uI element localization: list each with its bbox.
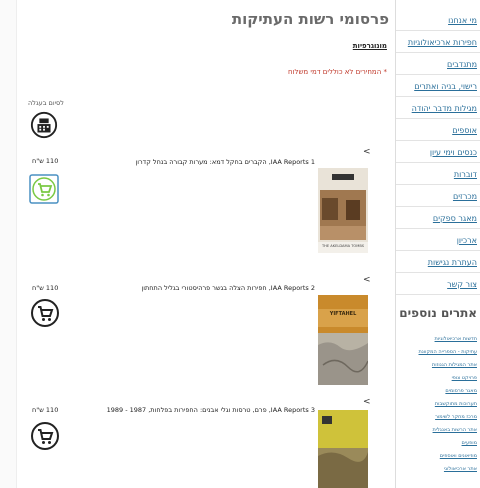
main-content: פרסומי רשות העתיקות מונוגרפיות * המחירים… — [18, 0, 393, 488]
site-link[interactable]: מאגר פרסומים — [445, 388, 477, 394]
sidebar-item-tenders[interactable]: מכרזים — [453, 192, 477, 201]
cover-title: YIFTAHEL — [329, 311, 357, 317]
site-link[interactable]: פרויקט צופי — [452, 375, 477, 381]
sidebar-divider — [396, 140, 480, 141]
more-sites-title: אתרים נוספים — [399, 306, 477, 320]
sidebar-item-suppliers[interactable]: מאגר ספקים — [433, 214, 477, 223]
book-cover[interactable]: YIFTAHEL — [318, 295, 368, 385]
shipping-note: * המחירים לא כוללים דמי משלוח — [287, 68, 387, 76]
page: פרסומי רשות העתיקות מונוגרפיות * המחירים… — [0, 0, 480, 488]
sidebar-item-conferences[interactable]: כנסים וימי עיון — [430, 148, 477, 157]
site-link[interactable]: אתר הרשות באנגלית — [433, 427, 477, 433]
site-link[interactable]: חדשות ארכיאולוגיות — [435, 336, 477, 342]
item-price: 110 ש"ח — [32, 157, 59, 165]
sidebar-divider — [396, 118, 480, 119]
cart-label: לסיום בעגלה — [28, 99, 64, 107]
sidebar: מי אנחנו חפירות ארכיאולוגיות מתנדבים ריש… — [395, 0, 480, 488]
site-link[interactable]: עתיקות - הספרייה המקוונת — [419, 349, 477, 355]
site-link[interactable]: מופעים — [462, 440, 477, 446]
sidebar-divider — [396, 272, 480, 273]
item-title[interactable]: IAA Reports 2, חפירות הצלה בגשר פרהיסטור… — [141, 284, 315, 292]
sidebar-divider — [396, 162, 480, 163]
item-arrow[interactable]: < — [363, 397, 371, 407]
sidebar-item-accessibility[interactable]: העתרת נגישות — [428, 258, 477, 267]
sidebar-divider — [396, 96, 480, 97]
sidebar-item-contact[interactable]: צור קשר — [447, 280, 477, 289]
sidebar-divider — [396, 74, 480, 75]
item-arrow[interactable]: < — [363, 147, 371, 157]
left-strip — [0, 0, 17, 488]
sidebar-divider — [396, 206, 480, 207]
add-to-cart-icon[interactable] — [29, 174, 59, 204]
sidebar-divider — [396, 30, 480, 31]
sidebar-divider — [396, 250, 480, 251]
site-link[interactable]: אתר ארכיאולוגי — [444, 466, 477, 472]
item-price: 110 ש"ח — [32, 406, 59, 414]
item-title[interactable]: IAA Reports 3, פרם, טרסות וגלי אבנים: הח… — [107, 406, 315, 414]
cover-title: THE AKELDAMA TOMBS — [321, 244, 365, 248]
sidebar-divider — [396, 294, 480, 295]
cash-register-icon[interactable] — [30, 111, 58, 139]
sidebar-item-volunteers[interactable]: מתנדבים — [447, 60, 477, 69]
sidebar-item-press[interactable]: דוברות — [454, 170, 477, 179]
add-to-cart-icon[interactable] — [30, 298, 60, 328]
item-price: 110 ש"ח — [32, 284, 59, 292]
page-title: פרסומי רשות העתיקות — [231, 10, 389, 28]
sidebar-item-collections[interactable]: אוספים — [452, 126, 477, 135]
sidebar-divider — [396, 52, 480, 53]
sidebar-item-excavations[interactable]: חפירות ארכיאולוגיות — [408, 38, 477, 47]
category-subtitle[interactable]: מונוגרפיות — [353, 42, 387, 50]
add-to-cart-icon[interactable] — [30, 421, 60, 451]
site-link[interactable]: תערוכות מתוקשבות — [435, 401, 477, 407]
site-link[interactable]: מרכז מחקר לשימור — [435, 414, 477, 420]
sidebar-divider — [396, 228, 480, 229]
item-title[interactable]: IAA Reports 1, הקברים בחקל דמא: מערות קב… — [135, 158, 315, 166]
sidebar-item-about[interactable]: מי אנחנו — [448, 16, 477, 25]
sidebar-item-scrolls[interactable]: מגילות מדבר יהודה — [412, 104, 477, 113]
sidebar-divider — [396, 184, 480, 185]
book-cover[interactable] — [318, 410, 368, 488]
site-link[interactable]: אתר המגילות הגנוזות — [432, 362, 477, 368]
site-link[interactable]: מוזיאונים ואוספים — [440, 453, 477, 459]
sidebar-item-archive[interactable]: ארכיון — [457, 236, 477, 245]
sidebar-item-licensing[interactable]: רישוי, בניה ואתרים — [414, 82, 477, 91]
book-cover[interactable]: THE AKELDAMA TOMBS — [318, 168, 368, 253]
item-arrow[interactable]: < — [363, 275, 371, 285]
